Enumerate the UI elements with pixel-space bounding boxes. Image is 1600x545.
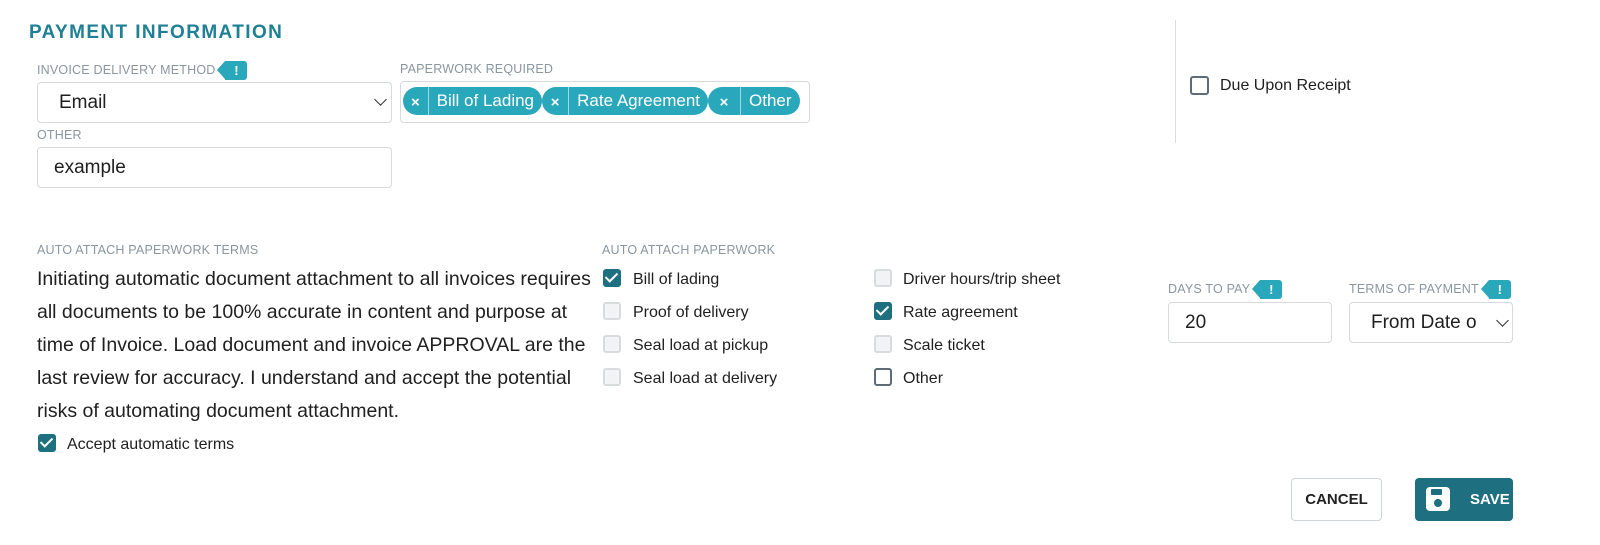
invoice-delivery-label-text: INVOICE DELIVERY METHOD (37, 62, 216, 77)
chevron-down-icon (1496, 314, 1509, 327)
terms-of-payment-select[interactable]: From Date o (1349, 302, 1513, 343)
other-paperwork-checkbox[interactable] (874, 368, 892, 386)
days-to-pay-value: 20 (1185, 312, 1207, 333)
days-to-pay-label-text: DAYS TO PAY (1168, 281, 1251, 296)
driver-hours-label: Driver hours/trip sheet (903, 271, 1061, 288)
cancel-button[interactable]: CANCEL (1291, 478, 1382, 521)
info-icon[interactable]: ! (1252, 280, 1283, 299)
scale-ticket-checkbox[interactable] (874, 335, 892, 353)
chip-label: Other (749, 91, 792, 110)
floppy-disk-icon (1426, 487, 1450, 511)
terms-of-payment-label: TERMS OF PAYMENT! (1349, 280, 1511, 299)
proof-of-delivery-checkbox[interactable] (603, 302, 621, 320)
days-to-pay-label: DAYS TO PAY! (1168, 280, 1283, 299)
seal-load-pickup-label: Seal load at pickup (633, 337, 769, 354)
auto-terms-text: Initiating automatic document attachment… (37, 268, 591, 422)
remove-chip-icon[interactable]: × (708, 91, 740, 111)
other-label: OTHER (37, 128, 82, 142)
days-to-pay-input[interactable]: 20 (1168, 302, 1332, 343)
proof-of-delivery-label: Proof of delivery (633, 304, 749, 321)
paperwork-required-label: PAPERWORK REQUIRED (400, 62, 554, 76)
seal-load-delivery-checkbox[interactable] (603, 368, 621, 386)
accept-terms-checkbox[interactable] (38, 434, 56, 452)
chevron-down-icon (374, 93, 387, 106)
bill-of-lading-checkbox[interactable] (603, 269, 621, 287)
invoice-delivery-select[interactable]: Email (37, 82, 392, 123)
remove-chip-icon[interactable]: × (542, 91, 568, 111)
due-upon-receipt-checkbox[interactable] (1190, 76, 1209, 95)
other-input[interactable]: example (37, 147, 392, 188)
other-paperwork-label: Other (903, 370, 944, 387)
vertical-divider (1175, 20, 1176, 143)
auto-terms-label: AUTO ATTACH PAPERWORK TERMS (37, 243, 259, 257)
bill-of-lading-label: Bill of lading (633, 271, 720, 288)
chip-rate-agreement: × Rate Agreement (542, 87, 708, 115)
save-button[interactable]: SAVE (1415, 478, 1513, 521)
chip-label: Rate Agreement (577, 91, 700, 110)
rate-agreement-checkbox[interactable] (874, 302, 892, 320)
chip-bill-of-lading: × Bill of Lading (403, 87, 542, 115)
seal-load-pickup-checkbox[interactable] (603, 335, 621, 353)
rate-agreement-label: Rate agreement (903, 304, 1018, 321)
info-icon[interactable]: ! (217, 61, 248, 80)
save-button-label: SAVE (1470, 491, 1510, 508)
section-title: PAYMENT INFORMATION (29, 22, 284, 43)
scale-ticket-label: Scale ticket (903, 337, 985, 354)
invoice-delivery-value: Email (59, 92, 107, 113)
seal-load-delivery-label: Seal load at delivery (633, 370, 778, 387)
other-input-value: example (54, 157, 126, 178)
chip-other: × Other (708, 87, 800, 115)
accept-terms-label: Accept automatic terms (67, 436, 235, 453)
auto-paperwork-label: AUTO ATTACH PAPERWORK (602, 243, 776, 257)
info-icon[interactable]: ! (1480, 280, 1511, 299)
remove-chip-icon[interactable]: × (403, 91, 428, 111)
due-upon-receipt-label: Due Upon Receipt (1220, 77, 1351, 94)
driver-hours-checkbox[interactable] (874, 269, 892, 287)
chip-label: Bill of Lading (436, 91, 534, 110)
terms-of-payment-value: From Date o (1371, 312, 1477, 333)
invoice-delivery-label: INVOICE DELIVERY METHOD! (37, 61, 248, 80)
paperwork-required-multiselect[interactable]: × Bill of Lading × Rate Agreement × Othe… (400, 81, 810, 123)
terms-of-payment-label-text: TERMS OF PAYMENT (1349, 281, 1479, 296)
